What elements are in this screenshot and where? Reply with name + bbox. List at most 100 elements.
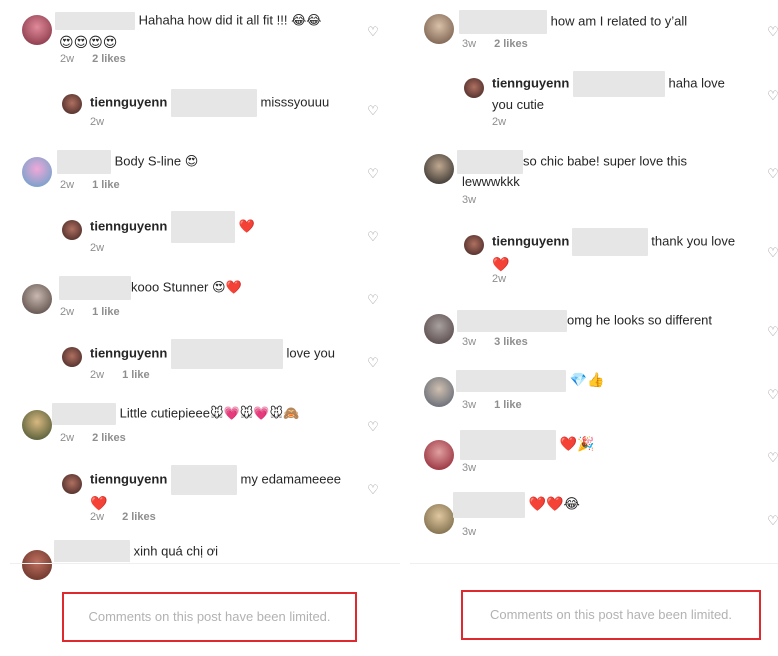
comment-meta: 3w 3 likes xyxy=(462,336,528,348)
comment-text: omg he looks so different xyxy=(457,310,767,332)
like-heart-icon[interactable]: ♡ xyxy=(766,451,778,465)
comment-meta: 2w 1 like xyxy=(60,306,120,318)
comment-text: Body S-line 😍 xyxy=(57,150,357,174)
redacted-username xyxy=(54,540,130,562)
reply-text: tiennguyenn love you xyxy=(90,339,370,369)
like-heart-icon[interactable]: ♡ xyxy=(766,246,778,260)
comment-text: Hahaha how did it all fit !!! 😂😂 😍😍😍😍 xyxy=(55,12,355,51)
comment-text: xinh quá chị ơi xyxy=(54,540,354,562)
avatar[interactable] xyxy=(22,157,52,187)
redacted-mention xyxy=(572,71,665,97)
comment-meta: 3w xyxy=(462,462,477,474)
reply-text: tiennguyenn misssyouuu xyxy=(90,89,370,117)
username[interactable]: tiennguyenn xyxy=(90,471,167,486)
redacted-username xyxy=(460,430,556,460)
avatar[interactable] xyxy=(22,550,52,580)
like-heart-icon[interactable]: ♡ xyxy=(366,483,380,497)
likes-count[interactable]: 3 likes xyxy=(494,336,528,348)
reply-text: tiennguyenn haha love you cutie xyxy=(492,71,762,113)
avatar[interactable] xyxy=(424,504,454,534)
username[interactable]: tiennguyenn xyxy=(90,94,167,109)
redacted-username xyxy=(59,276,131,300)
like-heart-icon[interactable]: ♡ xyxy=(366,356,380,370)
redacted-username xyxy=(453,492,525,518)
like-heart-icon[interactable]: ♡ xyxy=(766,89,778,103)
redacted-mention xyxy=(170,89,257,117)
right-comments-panel: how am I related to y’all ♡ 3w 2 likes ti… xyxy=(410,0,778,656)
redacted-mention xyxy=(170,211,235,243)
like-heart-icon[interactable]: ♡ xyxy=(366,25,380,39)
avatar[interactable] xyxy=(424,440,454,470)
comment-meta: 2w 2 likes xyxy=(60,53,126,65)
likes-count[interactable]: 2 likes xyxy=(92,53,126,65)
likes-count[interactable]: 2 likes xyxy=(122,511,156,523)
like-heart-icon[interactable]: ♡ xyxy=(766,167,778,181)
comment-text: ❤️❤️😂 xyxy=(453,492,763,518)
comment-text: 💎👍 xyxy=(456,370,766,392)
avatar[interactable] xyxy=(62,94,82,114)
comment-meta: 2w 2 likes xyxy=(60,432,126,444)
avatar[interactable] xyxy=(424,314,454,344)
username[interactable]: tiennguyenn xyxy=(492,233,569,248)
username[interactable]: tiennguyenn xyxy=(90,345,167,360)
comment-meta: 2w 2 likes xyxy=(90,511,156,523)
username[interactable]: tiennguyenn xyxy=(492,75,569,90)
comment-meta: 2w xyxy=(492,116,507,128)
avatar[interactable] xyxy=(62,474,82,494)
username[interactable]: tiennguyenn xyxy=(90,218,167,233)
comment-meta: 2w xyxy=(492,273,507,285)
likes-count[interactable]: 1 like xyxy=(92,306,120,318)
redacted-username xyxy=(457,150,523,174)
comment-meta: 3w xyxy=(462,194,477,206)
likes-count[interactable]: 2 likes xyxy=(92,432,126,444)
comment-text: so chic babe! super love this lewwwkkk xyxy=(457,150,767,190)
likes-count[interactable]: 1 like xyxy=(122,369,150,381)
redacted-username xyxy=(57,150,111,174)
redacted-mention xyxy=(572,228,649,256)
likes-count[interactable]: 1 like xyxy=(92,179,120,191)
comment-text: ❤️🎉 xyxy=(460,430,760,460)
avatar[interactable] xyxy=(22,284,52,314)
avatar[interactable] xyxy=(424,377,454,407)
redacted-username xyxy=(456,370,566,392)
avatar[interactable] xyxy=(22,410,52,440)
comment-text: how am I related to y’all xyxy=(459,10,769,34)
comment-text: kooo Stunner 😍❤️ xyxy=(59,276,359,300)
comment-meta: 2w xyxy=(90,242,105,254)
like-heart-icon[interactable]: ♡ xyxy=(766,325,778,339)
redacted-mention xyxy=(170,339,283,369)
like-heart-icon[interactable]: ♡ xyxy=(766,514,778,528)
like-heart-icon[interactable]: ♡ xyxy=(366,167,380,181)
like-heart-icon[interactable]: ♡ xyxy=(366,230,380,244)
reply-text: tiennguyenn thank you love ❤️ xyxy=(492,228,762,273)
comments-limited-notice: Comments on this post have been limited. xyxy=(461,590,761,640)
likes-count[interactable]: 1 like xyxy=(494,399,522,411)
comment-meta: 3w 1 like xyxy=(462,399,522,411)
reply-text: tiennguyenn ❤️ xyxy=(90,211,370,243)
avatar[interactable] xyxy=(62,347,82,367)
avatar[interactable] xyxy=(22,15,52,45)
comment-text: Little cutiepieee🐭💗🐭💗🐭🙈 xyxy=(52,403,372,425)
like-heart-icon[interactable]: ♡ xyxy=(766,25,778,39)
comments-limited-notice: Comments on this post have been limited. xyxy=(62,592,357,642)
like-heart-icon[interactable]: ♡ xyxy=(366,104,380,118)
redacted-username xyxy=(52,403,116,425)
redacted-username xyxy=(457,310,567,332)
left-comments-panel: Hahaha how did it all fit !!! 😂😂 😍😍😍😍 ♡ … xyxy=(0,0,400,656)
avatar[interactable] xyxy=(424,14,454,44)
likes-count[interactable]: 2 likes xyxy=(494,38,528,50)
avatar[interactable] xyxy=(464,78,484,98)
reply-text: tiennguyenn my edamameeee ❤️ xyxy=(90,465,370,512)
redacted-mention xyxy=(170,465,237,495)
comment-meta: 3w 2 likes xyxy=(462,38,528,50)
avatar[interactable] xyxy=(464,235,484,255)
like-heart-icon[interactable]: ♡ xyxy=(766,388,778,402)
avatar[interactable] xyxy=(62,220,82,240)
avatar[interactable] xyxy=(424,154,454,184)
like-heart-icon[interactable]: ♡ xyxy=(366,293,380,307)
comment-meta: 2w 1 like xyxy=(90,369,150,381)
comment-meta: 2w 1 like xyxy=(60,179,120,191)
separator xyxy=(10,563,400,564)
like-heart-icon[interactable]: ♡ xyxy=(366,420,380,434)
redacted-username xyxy=(55,12,135,30)
